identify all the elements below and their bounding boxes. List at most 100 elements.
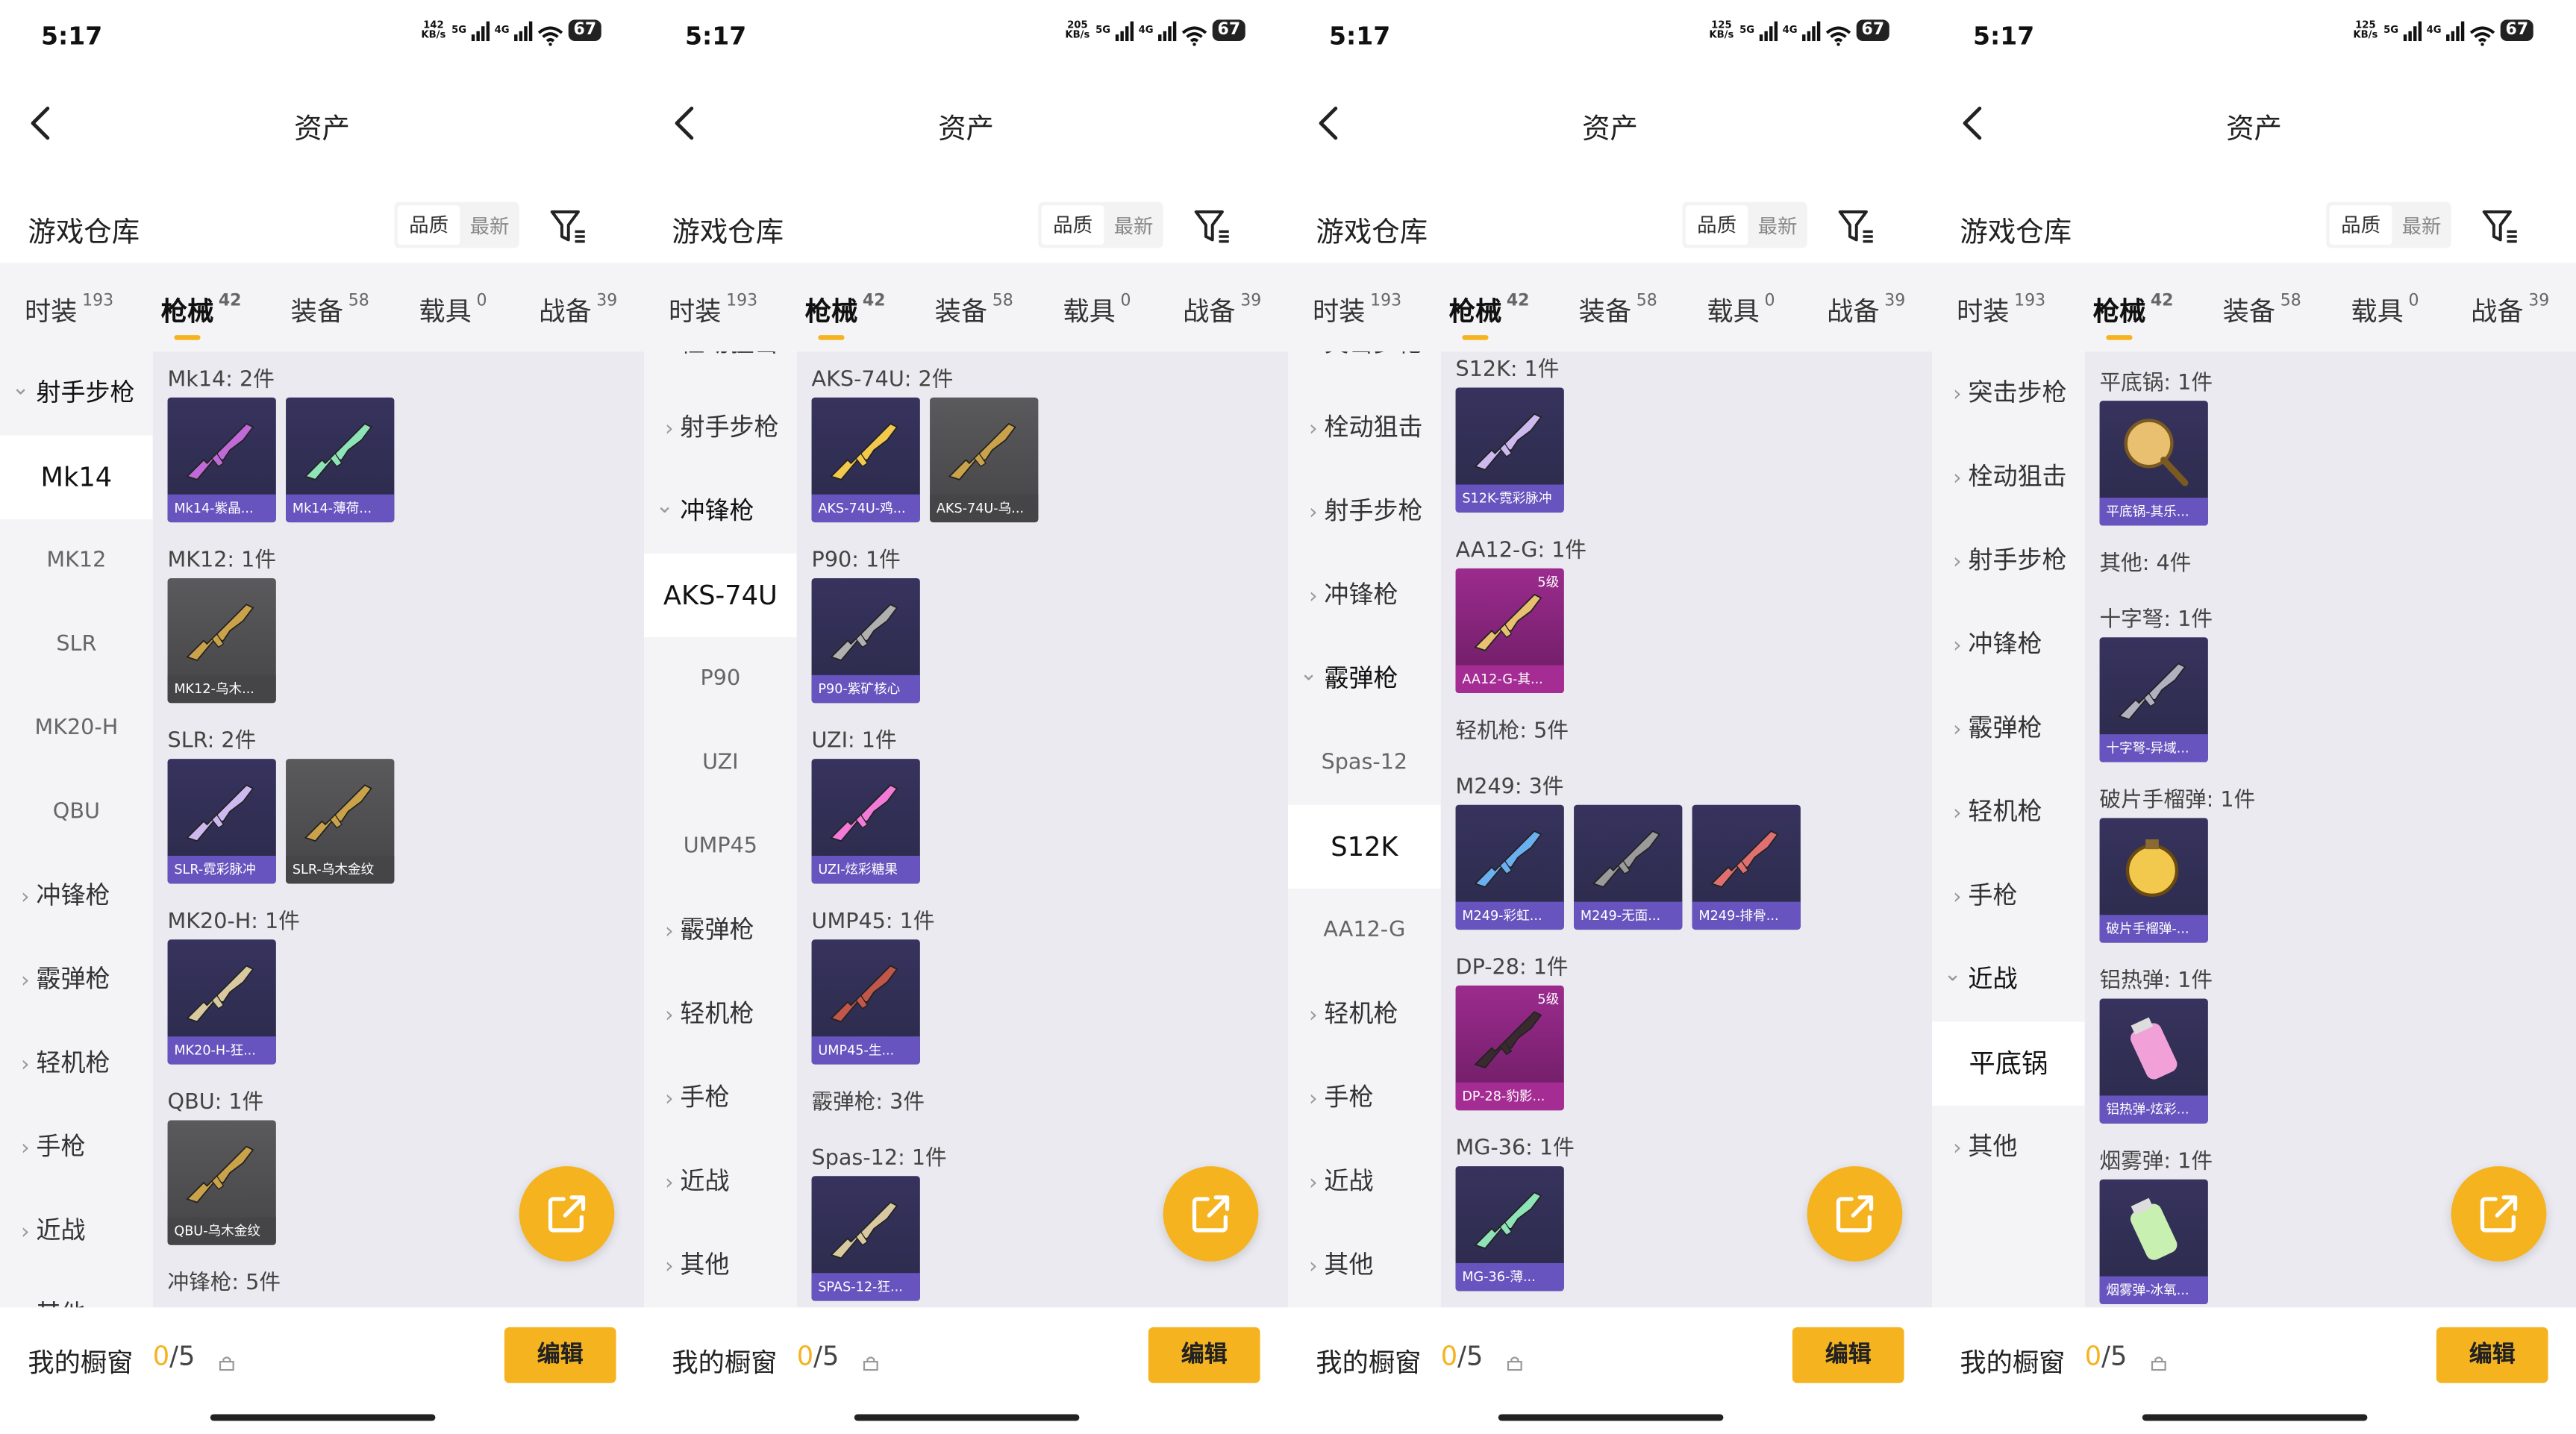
sort-newest-button[interactable]: 最新 bbox=[2392, 211, 2451, 239]
sidebar-item[interactable]: › 冲锋枪 bbox=[1288, 554, 1441, 637]
sidebar-item[interactable]: MK20-H bbox=[0, 686, 153, 770]
item-card[interactable]: P90-紫矿核心 bbox=[811, 577, 920, 704]
sidebar-item[interactable]: AKS-74U bbox=[644, 553, 797, 638]
sidebar-item[interactable]: ›突击步枪 bbox=[1288, 351, 1441, 386]
item-card[interactable]: 5级 DP-28-豹影... bbox=[1455, 985, 1564, 1111]
sidebar-item[interactable]: P90 bbox=[644, 637, 797, 721]
item-card[interactable]: Mk14-薄荷... bbox=[286, 397, 395, 523]
tab-2[interactable]: 装备 58 bbox=[1579, 289, 1657, 328]
item-card[interactable]: Mk14-紫晶... bbox=[167, 397, 276, 523]
sidebar-item[interactable]: ›其他 bbox=[644, 1224, 797, 1307]
sidebar-item[interactable]: ›栓动狙击 bbox=[1288, 386, 1441, 469]
item-card[interactable]: M249-无面... bbox=[1574, 804, 1683, 930]
sort-newest-button[interactable]: 最新 bbox=[1748, 211, 1807, 239]
edit-button[interactable]: 编辑 bbox=[2436, 1327, 2548, 1383]
item-card[interactable]: SLR-乌木金纹 bbox=[286, 759, 395, 884]
sidebar-item[interactable]: SLR bbox=[0, 603, 153, 686]
sidebar-item[interactable]: ›其他 bbox=[1932, 1106, 2085, 1189]
item-card[interactable]: MK12-乌木... bbox=[167, 577, 276, 704]
sidebar-item[interactable]: ⌄ 冲锋枪 bbox=[644, 470, 797, 554]
filter-icon[interactable] bbox=[2479, 205, 2522, 248]
sidebar-item[interactable]: › 轻机枪 bbox=[1932, 771, 2085, 854]
sidebar-item[interactable]: 平底锅 bbox=[1932, 1021, 2085, 1106]
sidebar-item[interactable]: › 射手步枪 bbox=[644, 386, 797, 469]
sidebar-item[interactable]: UMP45 bbox=[644, 805, 797, 889]
sidebar-item[interactable]: Spas-12 bbox=[1288, 721, 1441, 804]
sidebar-item[interactable]: UZI bbox=[644, 721, 797, 804]
item-card[interactable]: 5级 AA12-G-其... bbox=[1455, 568, 1564, 694]
item-card[interactable]: S12K-霓彩脉冲 bbox=[1455, 387, 1564, 513]
tab-1[interactable]: 枪械 42 bbox=[805, 289, 886, 328]
tab-0[interactable]: 时装 193 bbox=[669, 289, 757, 328]
sidebar-item[interactable]: › 轻机枪 bbox=[644, 972, 797, 1056]
tab-2[interactable]: 装备 58 bbox=[2223, 289, 2301, 328]
sidebar-item[interactable]: AA12-G bbox=[1288, 889, 1441, 972]
item-card[interactable]: AKS-74U-乌... bbox=[930, 397, 1039, 523]
tab-1[interactable]: 枪械 42 bbox=[2093, 289, 2174, 328]
item-card[interactable]: 十字弩-异域... bbox=[2099, 637, 2208, 763]
item-card[interactable]: 烟雾弹-冰氧... bbox=[2099, 1179, 2208, 1305]
sidebar-item[interactable]: MK12 bbox=[0, 519, 153, 603]
sidebar-item[interactable]: ⌄ 霰弹枪 bbox=[1288, 637, 1441, 721]
sort-newest-button[interactable]: 最新 bbox=[1104, 211, 1163, 239]
sidebar-item[interactable]: › 近战 bbox=[0, 1189, 153, 1273]
sidebar-item[interactable]: › 近战 bbox=[644, 1140, 797, 1224]
sidebar-item[interactable]: › 射手步枪 bbox=[1288, 470, 1441, 554]
edit-button[interactable]: 编辑 bbox=[1792, 1327, 1904, 1383]
sidebar-item[interactable]: › 冲锋枪 bbox=[1932, 603, 2085, 686]
share-button[interactable] bbox=[1163, 1166, 1259, 1262]
share-button[interactable] bbox=[1807, 1166, 1903, 1262]
sidebar-item[interactable]: ›栓动狙击 bbox=[644, 351, 797, 386]
edit-button[interactable]: 编辑 bbox=[1148, 1327, 1260, 1383]
sort-quality-button[interactable]: 品质 bbox=[1685, 205, 1748, 245]
share-button[interactable] bbox=[2451, 1166, 2547, 1262]
filter-icon[interactable] bbox=[1191, 205, 1234, 248]
tab-2[interactable]: 装备 58 bbox=[935, 289, 1013, 328]
filter-icon[interactable] bbox=[547, 205, 590, 248]
sidebar-item[interactable]: ⌄ 近战 bbox=[1932, 938, 2085, 1021]
item-card[interactable]: AKS-74U-鸡... bbox=[811, 397, 920, 523]
sidebar-item[interactable]: ›突击步枪 bbox=[1932, 351, 2085, 435]
item-card[interactable]: MK20-H-狂... bbox=[167, 939, 276, 1065]
sidebar-item[interactable]: ›栓动狙击 bbox=[1932, 435, 2085, 519]
sidebar-item[interactable]: ⌄ 射手步枪 bbox=[0, 351, 153, 435]
edit-button[interactable]: 编辑 bbox=[504, 1327, 616, 1383]
item-card[interactable]: UMP45-生... bbox=[811, 939, 920, 1065]
tab-0[interactable]: 时装 193 bbox=[25, 289, 113, 328]
tab-3[interactable]: 载具 0 bbox=[1063, 289, 1131, 328]
item-card[interactable]: 平底锅-其乐... bbox=[2099, 401, 2208, 526]
sidebar-item[interactable]: › 手枪 bbox=[1288, 1056, 1441, 1140]
item-card[interactable]: MG-36-薄... bbox=[1455, 1166, 1564, 1291]
tab-4[interactable]: 战备 39 bbox=[539, 289, 617, 328]
sort-quality-button[interactable]: 品质 bbox=[397, 205, 460, 245]
sidebar-item[interactable]: › 轻机枪 bbox=[1288, 972, 1441, 1056]
sidebar-item[interactable]: ›其他 bbox=[1288, 1224, 1441, 1307]
tab-2[interactable]: 装备 58 bbox=[291, 289, 369, 328]
item-card[interactable]: SPAS-12-狂... bbox=[811, 1176, 920, 1301]
sort-quality-button[interactable]: 品质 bbox=[1041, 205, 1104, 245]
tab-4[interactable]: 战备 39 bbox=[1183, 289, 1261, 328]
item-card[interactable]: QBU-乌木金纹 bbox=[167, 1120, 276, 1245]
tab-3[interactable]: 载具 0 bbox=[419, 289, 487, 328]
sidebar-item[interactable]: Mk14 bbox=[0, 435, 153, 519]
tab-1[interactable]: 枪械 42 bbox=[1449, 289, 1530, 328]
sidebar-item[interactable]: › 手枪 bbox=[1932, 854, 2085, 938]
tab-4[interactable]: 战备 39 bbox=[1827, 289, 1905, 328]
tab-0[interactable]: 时装 193 bbox=[1957, 289, 2045, 328]
item-card[interactable]: SLR-霓彩脉冲 bbox=[167, 759, 276, 884]
filter-icon[interactable] bbox=[1835, 205, 1878, 248]
sidebar-item[interactable]: › 手枪 bbox=[0, 1106, 153, 1189]
sort-quality-button[interactable]: 品质 bbox=[2329, 205, 2392, 245]
sidebar-item[interactable]: › 霰弹枪 bbox=[644, 889, 797, 972]
item-card[interactable]: M249-彩虹... bbox=[1455, 804, 1564, 930]
sidebar-item[interactable]: › 冲锋枪 bbox=[0, 854, 153, 938]
sidebar-item[interactable]: S12K bbox=[1288, 804, 1441, 889]
tab-0[interactable]: 时装 193 bbox=[1313, 289, 1401, 328]
item-card[interactable]: 铝热弹-炫彩... bbox=[2099, 998, 2208, 1124]
item-card[interactable]: 破片手榴弹-... bbox=[2099, 818, 2208, 943]
sidebar-item[interactable]: › 射手步枪 bbox=[1932, 519, 2085, 603]
sidebar-item[interactable]: › 霰弹枪 bbox=[0, 938, 153, 1021]
tab-3[interactable]: 载具 0 bbox=[1707, 289, 1775, 328]
item-card[interactable]: UZI-炫彩糖果 bbox=[811, 759, 920, 884]
share-button[interactable] bbox=[519, 1166, 615, 1262]
